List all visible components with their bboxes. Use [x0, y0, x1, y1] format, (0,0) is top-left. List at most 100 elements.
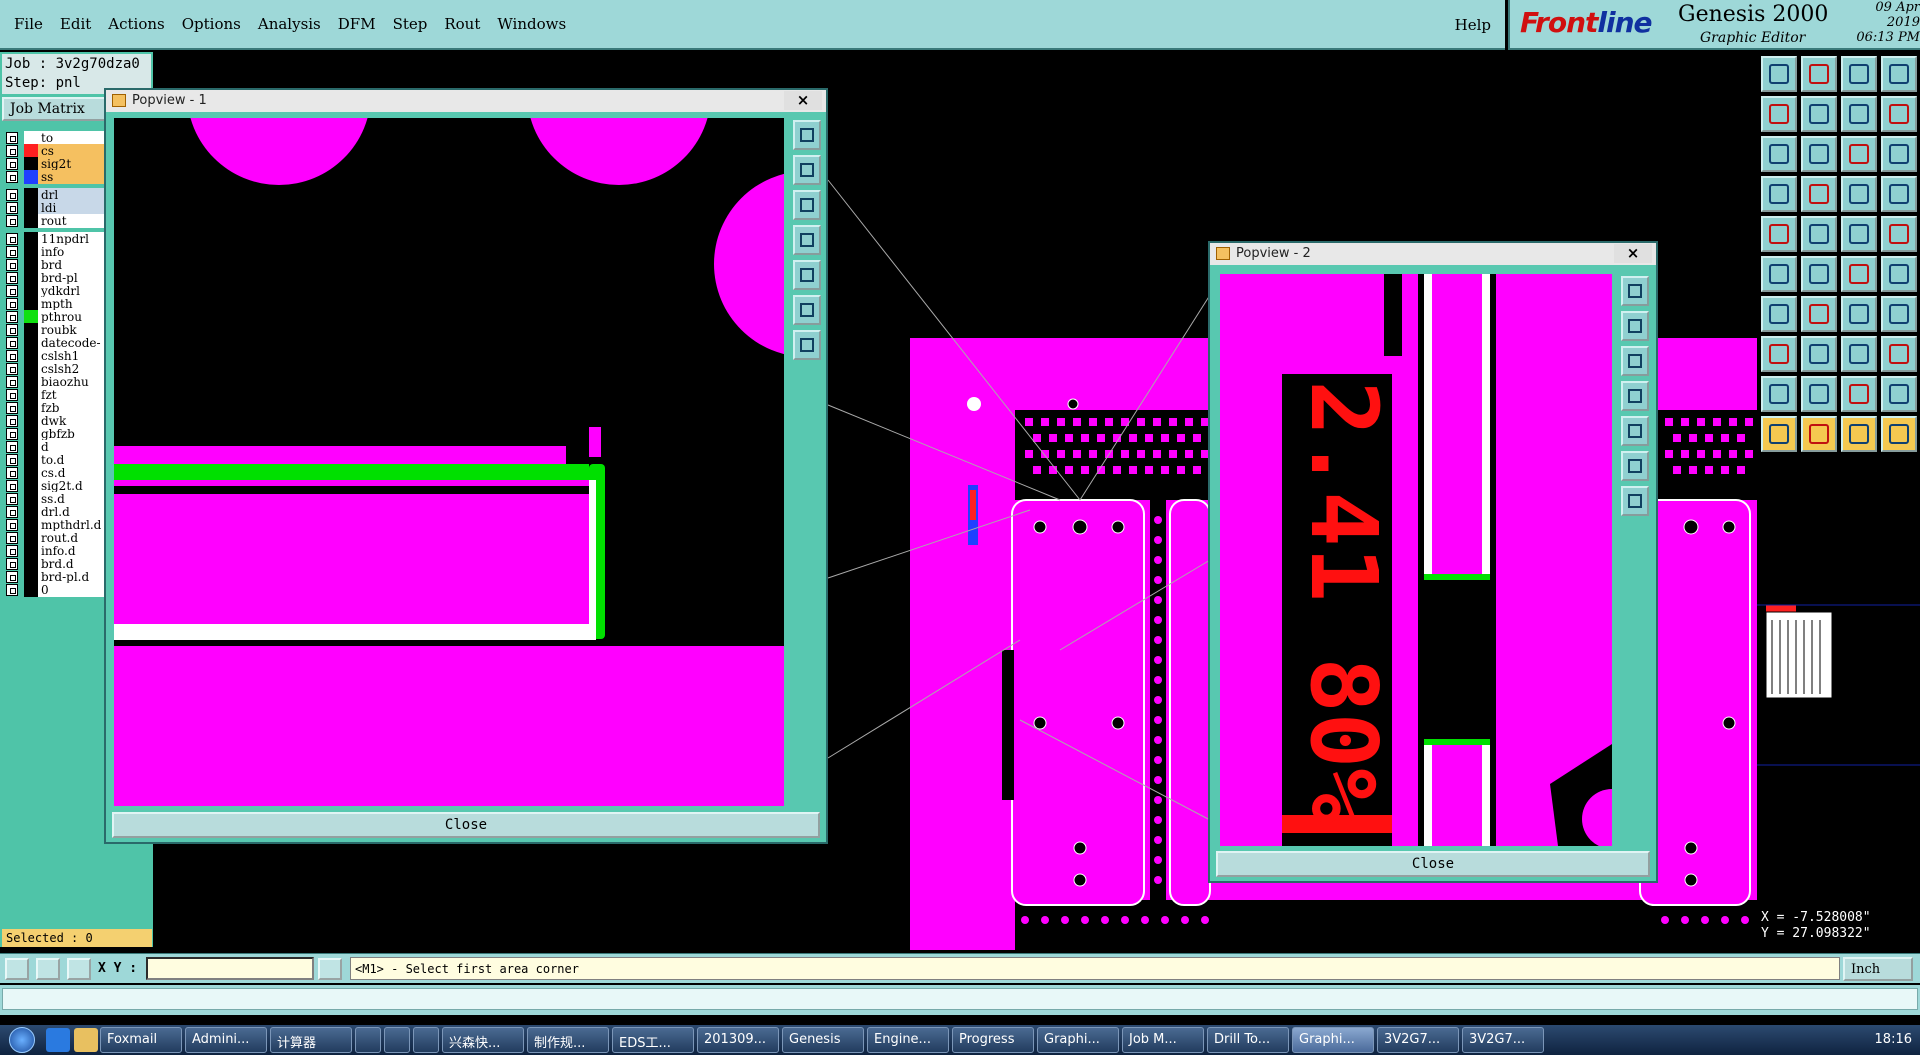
one-to-one-icon[interactable] — [1841, 136, 1877, 172]
measure-icon[interactable] — [1841, 216, 1877, 252]
grid-icon[interactable] — [67, 958, 91, 980]
popview-2-canvas[interactable]: 2.41 80% — [1220, 274, 1612, 846]
layer-checkbox[interactable] — [6, 584, 18, 596]
taskbar-item[interactable]: 3V2G7... — [1377, 1027, 1459, 1053]
fit-screen-icon[interactable] — [1761, 136, 1797, 172]
layer-up-icon[interactable] — [793, 155, 821, 185]
zoom-in-icon[interactable] — [1621, 486, 1649, 516]
taskbar-item[interactable]: EDS工... — [612, 1027, 694, 1053]
taskbar-item[interactable]: 3V2G7... — [1462, 1027, 1544, 1053]
select-pointer-icon[interactable] — [1761, 416, 1797, 452]
snap-icon[interactable] — [5, 958, 29, 980]
taskbar-item[interactable]: 制作规... — [527, 1027, 609, 1053]
menu-dfm[interactable]: DFM — [338, 15, 376, 33]
taskbar-item[interactable]: Graphi... — [1037, 1027, 1119, 1053]
zoom-in-icon[interactable] — [793, 330, 821, 360]
layer-next-icon[interactable] — [793, 260, 821, 290]
menu-analysis[interactable]: Analysis — [258, 15, 321, 33]
trace-tool-icon[interactable] — [1881, 256, 1917, 292]
popview-2-window[interactable]: Popview - 2 × 2.41 80% Close — [1208, 241, 1658, 883]
select-net-icon[interactable] — [1841, 416, 1877, 452]
menu-step[interactable]: Step — [393, 15, 428, 33]
close-icon[interactable]: × — [784, 91, 822, 110]
route-tool-icon[interactable] — [1881, 336, 1917, 372]
taskbar-item[interactable] — [384, 1027, 410, 1053]
zoom-window-icon[interactable] — [1881, 96, 1917, 132]
help-icon[interactable] — [1881, 136, 1917, 172]
net-select-icon[interactable] — [1801, 216, 1837, 252]
taskbar-item[interactable]: Progress — [952, 1027, 1034, 1053]
taskbar-item[interactable]: Drill To... — [1207, 1027, 1289, 1053]
multi-view-b-icon[interactable] — [1881, 176, 1917, 212]
triangle-tool-icon[interactable] — [1761, 376, 1797, 412]
layer-down-icon[interactable] — [793, 190, 821, 220]
taskbar-item[interactable]: Engine... — [867, 1027, 949, 1053]
step-repeat-icon[interactable] — [1881, 296, 1917, 332]
folder-icon[interactable] — [74, 1028, 98, 1052]
info-icon[interactable] — [318, 958, 342, 980]
zoom-full-icon[interactable] — [793, 295, 821, 325]
menu-options[interactable]: Options — [182, 15, 241, 33]
arch-tool-icon[interactable] — [1841, 376, 1877, 412]
grid-view-icon[interactable] — [1801, 176, 1837, 212]
move-right-icon[interactable] — [1801, 96, 1837, 132]
menu-actions[interactable]: Actions — [108, 15, 164, 33]
taskbar-item[interactable]: Genesis — [782, 1027, 864, 1053]
line-red-icon[interactable] — [1761, 296, 1797, 332]
layer-down-icon[interactable] — [1621, 346, 1649, 376]
feature-box-icon[interactable] — [1841, 336, 1877, 372]
select-multi-icon[interactable] — [1801, 416, 1837, 452]
zoom-full-icon[interactable] — [1621, 451, 1649, 481]
layer-next-icon[interactable] — [1621, 416, 1649, 446]
layer-prev-icon[interactable] — [1621, 381, 1649, 411]
layer-prev-icon[interactable] — [793, 225, 821, 255]
taskbar-item[interactable]: Foxmail — [100, 1027, 182, 1053]
ie-icon[interactable] — [46, 1028, 70, 1052]
menu-windows[interactable]: Windows — [497, 15, 566, 33]
feature-add-icon[interactable] — [1761, 336, 1797, 372]
taskbar-item[interactable]: Graphi... — [1292, 1027, 1374, 1053]
pan-icon[interactable] — [1841, 96, 1877, 132]
taskbar-item[interactable]: 兴森快... — [442, 1027, 524, 1053]
display-settings-icon[interactable] — [1761, 176, 1797, 212]
cross-section-icon[interactable] — [1881, 216, 1917, 252]
zoom-home-icon[interactable] — [1801, 136, 1837, 172]
taskbar-item[interactable]: Admini... — [185, 1027, 267, 1053]
start-button[interactable] — [0, 1025, 44, 1055]
taskbar-item[interactable]: 201309... — [697, 1027, 779, 1053]
popview-1-close-button[interactable]: Close — [112, 812, 820, 838]
arrow-tool-icon[interactable] — [1801, 376, 1837, 412]
taskbar-item[interactable]: 计算器 — [270, 1027, 352, 1053]
popview-1-window[interactable]: Popview - 1 × Close — [104, 88, 828, 844]
taskbar-item[interactable] — [413, 1027, 439, 1053]
arc-tool-icon[interactable] — [1841, 296, 1877, 332]
line-blue-icon[interactable] — [1801, 296, 1837, 332]
menu-rout[interactable]: Rout — [444, 15, 480, 33]
popview-1-titlebar[interactable]: Popview - 1 — [106, 90, 826, 112]
taskbar-item[interactable] — [355, 1027, 381, 1053]
move-left-icon[interactable] — [1761, 96, 1797, 132]
arch-tool-2-icon[interactable] — [1881, 376, 1917, 412]
close-icon[interactable]: × — [1614, 244, 1652, 263]
home-icon[interactable] — [1841, 56, 1877, 92]
pad-select-icon[interactable] — [1761, 216, 1797, 252]
menu-edit[interactable]: Edit — [60, 15, 91, 33]
layer-checkbox[interactable] — [6, 215, 18, 227]
units-selector[interactable]: Inch — [1843, 957, 1913, 981]
popview-2-titlebar[interactable]: Popview - 2 — [1210, 243, 1656, 265]
measure-icon[interactable] — [36, 958, 60, 980]
add-pad-icon[interactable] — [1761, 256, 1797, 292]
layer-down-icon[interactable] — [1801, 56, 1837, 92]
layer-checkbox[interactable] — [6, 171, 18, 183]
delete-feature-icon[interactable] — [1801, 256, 1837, 292]
layer-up-icon[interactable] — [1761, 56, 1797, 92]
chain-delete-icon[interactable] — [1801, 336, 1837, 372]
popview-2-close-button[interactable]: Close — [1216, 851, 1650, 877]
zoom-fit-icon[interactable] — [793, 120, 821, 150]
zoom-fit-icon[interactable] — [1621, 276, 1649, 306]
taskbar-item[interactable]: Job M... — [1122, 1027, 1204, 1053]
popview-1-canvas[interactable] — [114, 118, 784, 806]
connect-icon[interactable] — [1841, 256, 1877, 292]
multi-view-a-icon[interactable] — [1841, 176, 1877, 212]
layer-right-icon[interactable] — [1881, 56, 1917, 92]
